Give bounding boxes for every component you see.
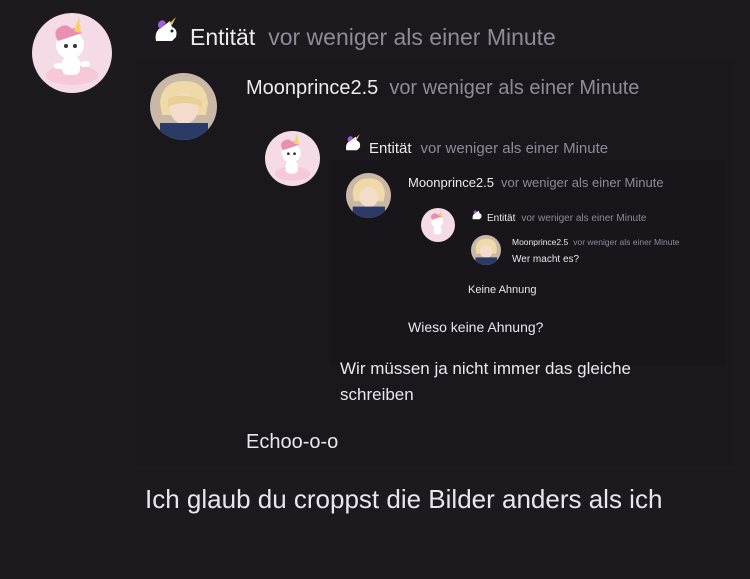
avatar-entitat[interactable] <box>265 131 320 186</box>
anime-avatar-icon <box>150 73 217 140</box>
message-text: Echoo-o-o <box>246 431 339 453</box>
message-text: Wer macht es? <box>512 254 580 265</box>
unicorn-icon <box>470 209 484 221</box>
anime-avatar-icon <box>471 235 501 265</box>
avatar-moonprince[interactable] <box>150 73 217 140</box>
timestamp: vor weniger als einer Minute <box>268 24 556 50</box>
avatar-moonprince[interactable] <box>346 173 391 218</box>
author-name[interactable]: Entität <box>369 140 412 157</box>
timestamp: vor weniger als einer Minute <box>521 213 647 224</box>
message-header: Moonprince2.5 vor weniger als einer Minu… <box>512 237 680 247</box>
timestamp: vor weniger als einer Minute <box>501 175 664 190</box>
message-text: Wir müssen ja nicht immer das gleiche sc… <box>340 359 631 404</box>
timestamp: vor weniger als einer Minute <box>573 237 680 247</box>
avatar-entitat[interactable] <box>32 13 112 93</box>
unicorn-avatar-icon <box>421 208 455 242</box>
anime-avatar-icon <box>346 173 391 218</box>
timestamp: vor weniger als einer Minute <box>389 77 640 99</box>
author-name[interactable]: Moonprince2.5 <box>408 175 494 190</box>
message-text: Ich glaub du croppst die Bilder anders a… <box>145 484 663 514</box>
author-name[interactable]: Moonprince2.5 <box>246 77 378 100</box>
unicorn-avatar-icon <box>32 13 112 93</box>
author-name[interactable]: Moonprince2.5 <box>512 237 568 247</box>
message-header: Moonprince2.5 vor weniger als einer Minu… <box>246 77 639 100</box>
message-text: Wieso keine Ahnung? <box>408 319 544 335</box>
message-header: Entität vor weniger als einer Minute <box>150 17 556 51</box>
message-header: Entität vor weniger als einer Minute <box>470 209 646 224</box>
avatar-entitat[interactable] <box>421 208 455 242</box>
message-header: Entität vor weniger als einer Minute <box>342 134 608 157</box>
timestamp: vor weniger als einer Minute <box>420 140 609 157</box>
unicorn-icon <box>150 17 182 45</box>
avatar-moonprince[interactable] <box>471 235 501 265</box>
unicorn-icon <box>342 134 364 153</box>
message-text: Keine Ahnung <box>468 284 537 296</box>
unicorn-avatar-icon <box>265 131 320 186</box>
author-name[interactable]: Entität <box>487 213 515 224</box>
message-header: Moonprince2.5 vor weniger als einer Minu… <box>408 175 664 190</box>
author-name[interactable]: Entität <box>190 24 255 51</box>
